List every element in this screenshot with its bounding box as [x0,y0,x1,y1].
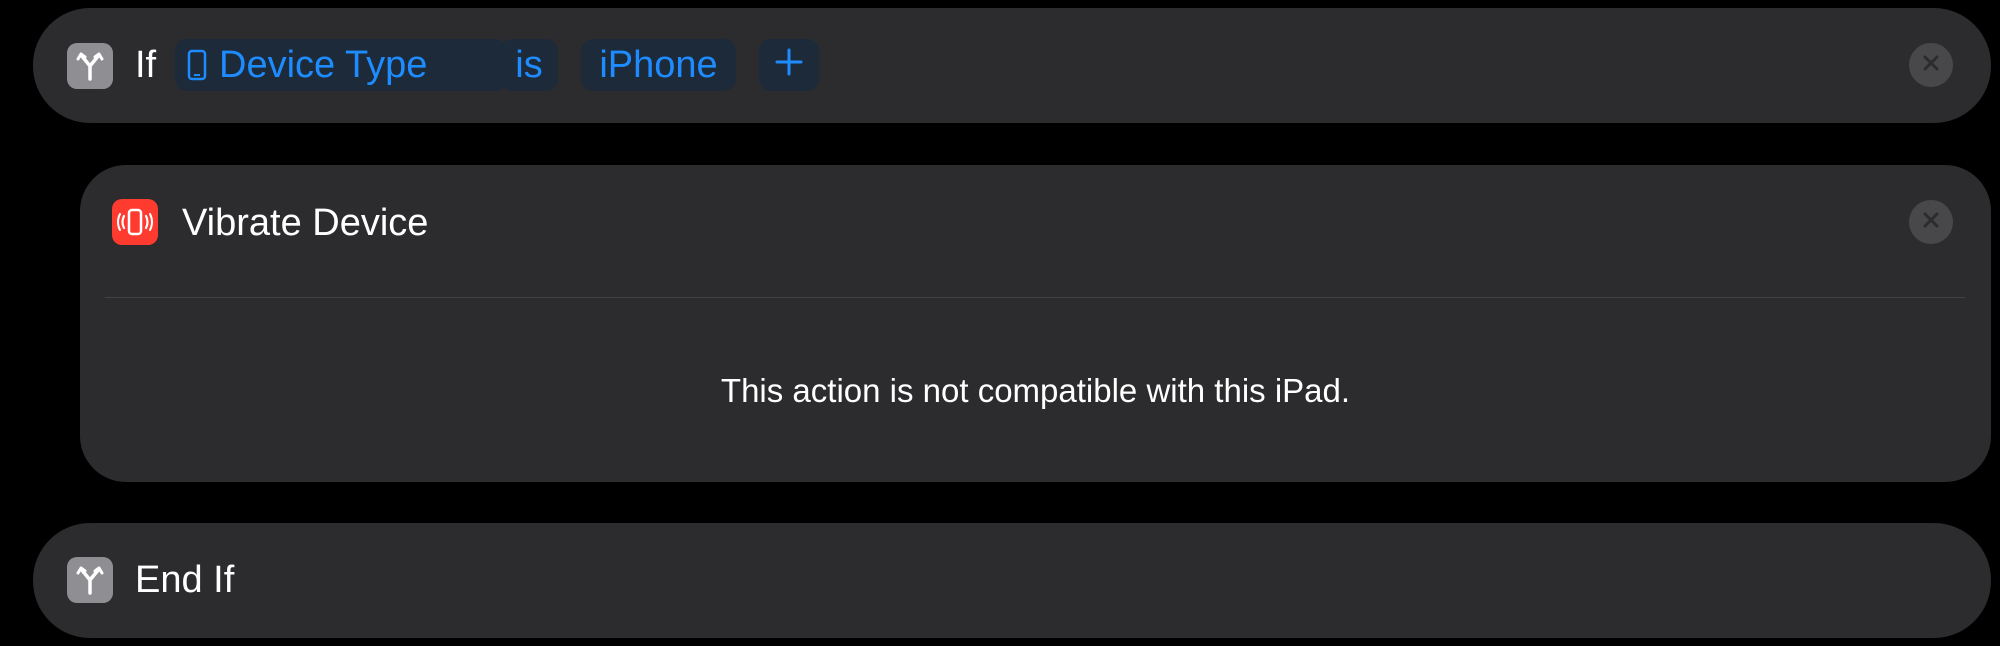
close-icon [1922,211,1940,234]
add-condition-button[interactable] [759,39,819,91]
device-type-label: Device Type [219,43,428,86]
remove-vibrate-button[interactable] [1909,200,1953,244]
end-if-title: End If [135,559,235,601]
vibrate-device-action-card[interactable]: Vibrate Device This action is not compat… [80,165,1991,482]
iphone-outline-icon [187,49,207,81]
branch-icon [67,43,113,89]
if-keyword: If [135,44,157,86]
branch-icon [67,557,113,603]
if-action-card[interactable]: If Device Type is iPhone [33,8,1991,123]
close-icon [1922,54,1940,77]
operator-token[interactable]: is [500,39,558,91]
device-type-variable-token[interactable]: Device Type [175,39,507,91]
vibrating-phone-icon [112,199,158,245]
end-if-card[interactable]: End If [33,523,1991,638]
remove-if-button[interactable] [1909,43,1953,87]
incompatibility-message: This action is not compatible with this … [720,372,1351,409]
operator-label: is [515,43,543,86]
value-label: iPhone [599,43,718,86]
divider [105,297,1965,298]
value-token[interactable]: iPhone [581,39,736,91]
vibrate-device-title: Vibrate Device [182,202,429,244]
plus-icon [774,44,804,87]
